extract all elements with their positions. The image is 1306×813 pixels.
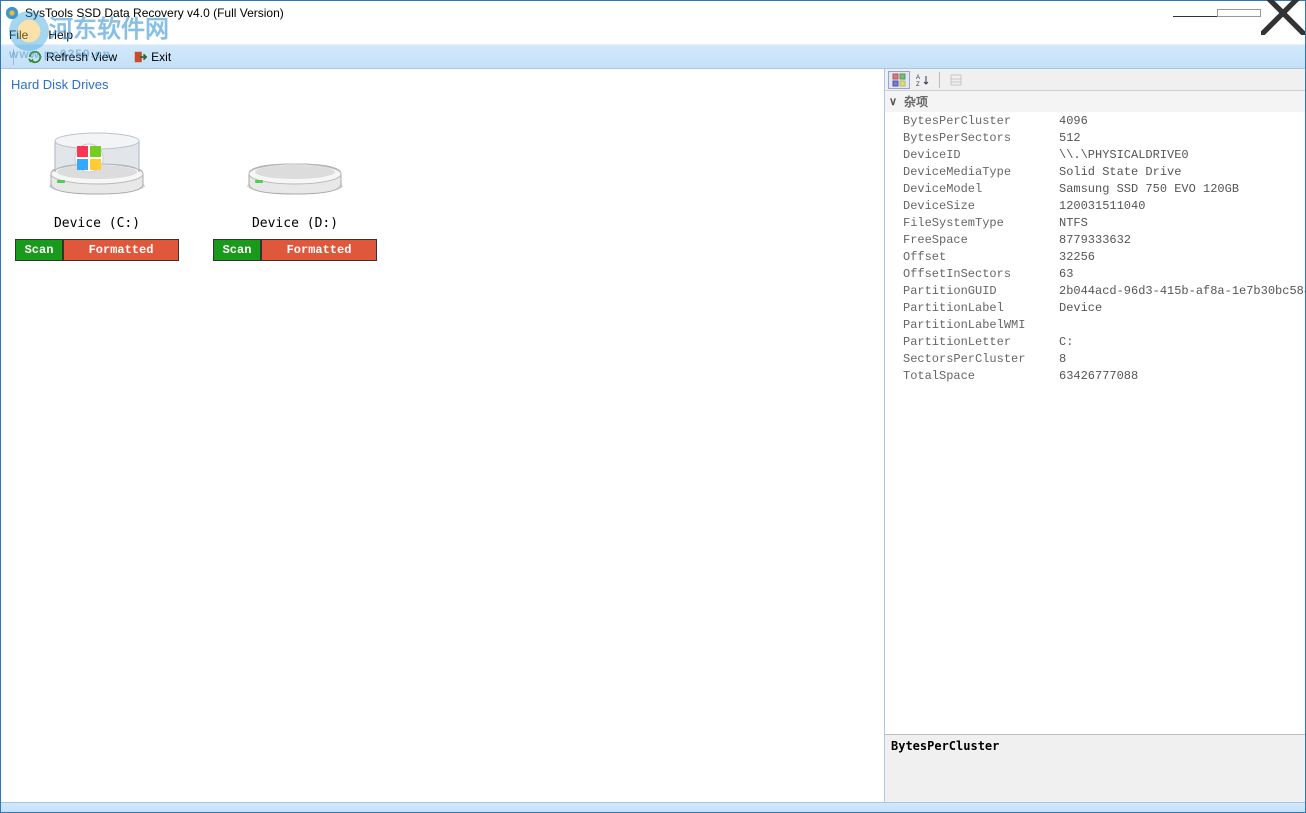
prop-category[interactable]: ∨ 杂项	[885, 91, 1305, 112]
close-button[interactable]	[1261, 1, 1305, 25]
toolbar-refresh[interactable]: Refresh View	[22, 48, 123, 66]
prop-name: DeviceID	[885, 148, 1055, 162]
prop-name: DeviceMediaType	[885, 165, 1055, 179]
prop-row[interactable]: TotalSpace63426777088	[885, 367, 1305, 384]
prop-value: Samsung SSD 750 EVO 120GB	[1055, 182, 1305, 196]
toolbar: Refresh View Exit	[1, 45, 1305, 69]
drive-icon	[15, 106, 179, 212]
prop-name: PartitionGUID	[885, 284, 1055, 298]
drive-icon	[213, 106, 377, 212]
drive-item[interactable]: Device (C:) Scan Formatted	[15, 106, 179, 261]
prop-name: PartitionLetter	[885, 335, 1055, 349]
prop-name: FreeSpace	[885, 233, 1055, 247]
prop-value: C:	[1055, 335, 1305, 349]
collapse-icon[interactable]: ∨	[889, 95, 901, 108]
prop-row[interactable]: FileSystemTypeNTFS	[885, 214, 1305, 231]
prop-row[interactable]: PartitionLabelDevice	[885, 299, 1305, 316]
prop-name: FileSystemType	[885, 216, 1055, 230]
window-title: SysTools SSD Data Recovery v4.0 (Full Ve…	[25, 6, 284, 20]
toolbar-refresh-label: Refresh View	[46, 50, 117, 64]
menu-help[interactable]: Help	[48, 28, 73, 42]
title-bar: SysTools SSD Data Recovery v4.0 (Full Ve…	[1, 1, 1305, 25]
prop-value: 32256	[1055, 250, 1305, 264]
prop-name: Offset	[885, 250, 1055, 264]
prop-row[interactable]: PartitionGUID2b044acd-96d3-415b-af8a-1e7…	[885, 282, 1305, 299]
prop-row[interactable]: OffsetInSectors63	[885, 265, 1305, 282]
prop-value: 120031511040	[1055, 199, 1305, 213]
prop-toolbar: AZ	[885, 69, 1305, 91]
app-icon	[5, 6, 19, 20]
property-grid[interactable]: ∨ 杂项 BytesPerCluster4096BytesPerSectors5…	[885, 91, 1305, 734]
prop-row[interactable]: SectorsPerCluster8	[885, 350, 1305, 367]
toolbar-exit-label: Exit	[151, 50, 171, 64]
prop-value: 8779333632	[1055, 233, 1305, 247]
prop-name: BytesPerCluster	[885, 114, 1055, 128]
prop-description: BytesPerCluster	[885, 734, 1305, 802]
prop-name: OffsetInSectors	[885, 267, 1055, 281]
prop-value: Solid State Drive	[1055, 165, 1305, 179]
status-bar	[1, 802, 1305, 812]
prop-name: SectorsPerCluster	[885, 352, 1055, 366]
refresh-icon	[28, 50, 42, 64]
menu-file[interactable]: File	[9, 28, 28, 42]
prop-pages-button	[945, 71, 967, 89]
prop-row[interactable]: DeviceMediaTypeSolid State Drive	[885, 163, 1305, 180]
prop-value: 63	[1055, 267, 1305, 281]
formatted-button[interactable]: Formatted	[261, 239, 377, 261]
prop-value: NTFS	[1055, 216, 1305, 230]
prop-name: DeviceModel	[885, 182, 1055, 196]
prop-row[interactable]: BytesPerCluster4096	[885, 112, 1305, 129]
prop-value: \\.\PHYSICALDRIVE0	[1055, 148, 1305, 162]
prop-name: PartitionLabel	[885, 301, 1055, 315]
svg-text:A: A	[916, 75, 920, 81]
prop-value: 2b044acd-96d3-415b-af8a-1e7b30bc5881	[1055, 284, 1305, 298]
prop-row[interactable]: BytesPerSectors512	[885, 129, 1305, 146]
prop-row[interactable]: PartitionLetterC:	[885, 333, 1305, 350]
exit-icon	[133, 50, 147, 64]
svg-text:Z: Z	[916, 82, 920, 87]
prop-value: 4096	[1055, 114, 1305, 128]
properties-panel: AZ ∨ 杂项 BytesPerCluster4096BytesPerSecto…	[885, 69, 1305, 802]
drive-label: Device (C:)	[15, 216, 179, 231]
formatted-button[interactable]: Formatted	[63, 239, 179, 261]
prop-categorized-button[interactable]	[888, 71, 910, 89]
prop-row[interactable]: DeviceSize120031511040	[885, 197, 1305, 214]
drive-label: Device (D:)	[213, 216, 377, 231]
prop-row[interactable]: DeviceModelSamsung SSD 750 EVO 120GB	[885, 180, 1305, 197]
prop-name: PartitionLabelWMI	[885, 318, 1055, 332]
prop-value: 8	[1055, 352, 1305, 366]
toolbar-exit[interactable]: Exit	[127, 48, 177, 66]
prop-row[interactable]: PartitionLabelWMI	[885, 316, 1305, 333]
prop-category-label: 杂项	[904, 93, 928, 110]
prop-row[interactable]: FreeSpace8779333632	[885, 231, 1305, 248]
scan-button[interactable]: Scan	[213, 239, 261, 261]
prop-row[interactable]: DeviceID\\.\PHYSICALDRIVE0	[885, 146, 1305, 163]
prop-value: Device	[1055, 301, 1305, 315]
prop-name: TotalSpace	[885, 369, 1055, 383]
menu-bar: File Help	[1, 25, 1305, 45]
prop-name: DeviceSize	[885, 199, 1055, 213]
section-title: Hard Disk Drives	[11, 77, 874, 92]
prop-alphabetical-button[interactable]: AZ	[912, 71, 934, 89]
drive-item[interactable]: Device (D:) Scan Formatted	[213, 106, 377, 261]
minimize-button[interactable]	[1173, 1, 1217, 25]
prop-description-title: BytesPerCluster	[891, 739, 999, 753]
prop-row[interactable]: Offset32256	[885, 248, 1305, 265]
maximize-button[interactable]	[1217, 1, 1261, 25]
scan-button[interactable]: Scan	[15, 239, 63, 261]
drives-panel: Hard Disk Drives Device (C:) Scan Format…	[1, 69, 885, 802]
prop-value: 63426777088	[1055, 369, 1305, 383]
prop-value: 512	[1055, 131, 1305, 145]
prop-name: BytesPerSectors	[885, 131, 1055, 145]
